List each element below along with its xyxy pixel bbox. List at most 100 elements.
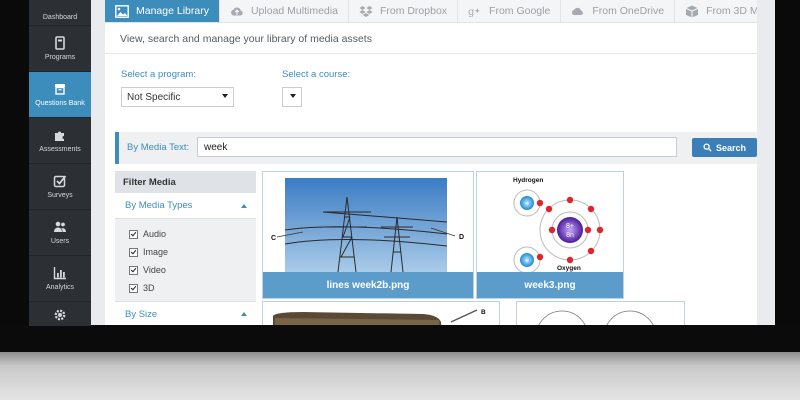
diagram-label-oxygen: Oxygen (557, 265, 581, 272)
tab-manage-library[interactable]: Manage Library (105, 0, 220, 22)
page-subtitle: View, search and manage your library of … (120, 33, 372, 45)
filter-panel: Filter Media By Media Types Audio Image … (115, 171, 256, 325)
diagram-label-protons: 8+ (566, 223, 574, 230)
media-thumbnail: Hydrogen + + 8+ 8n Oxygen (513, 177, 604, 272)
filter-title: Filter Media (115, 171, 256, 193)
svg-text:+: + (525, 201, 529, 208)
media-library-card: Manage Library Upload Multimedia From Dr… (105, 0, 757, 325)
sidebar-item-label: Dashboard (42, 14, 78, 21)
search-bar: By Media Text: Search (115, 132, 757, 164)
archive-icon (55, 84, 65, 95)
media-thumbnail: B (273, 309, 486, 325)
sidebar-item-settings[interactable] (29, 302, 91, 326)
cloud-upload-icon (231, 6, 243, 15)
sidebar-item-label: Surveys (47, 192, 73, 199)
tab-label: From Google (489, 5, 551, 17)
media-tile[interactable] (516, 301, 685, 325)
diagram-label-neutrons: 8n (566, 232, 574, 239)
media-thumbnail (538, 310, 654, 325)
media-caption: lines week2b.png (263, 272, 473, 298)
checkbox-icon (53, 175, 67, 188)
cube-icon (685, 5, 699, 17)
bar-chart-icon (53, 267, 66, 280)
svg-text:+: + (525, 258, 529, 265)
puzzle-icon (55, 131, 64, 141)
media-tile[interactable]: C D lines week2b.png (262, 171, 474, 299)
tab-label: Upload Multimedia (250, 5, 338, 17)
sidebar-item-label: Programs (44, 54, 76, 61)
tab-from-3d-models[interactable]: From 3D Models (675, 0, 757, 22)
chevron-up-icon (241, 203, 247, 208)
program-select[interactable]: Not Specific (121, 87, 234, 107)
filter-section-label: By Media Types (125, 200, 193, 211)
book-icon (55, 36, 65, 50)
search-icon (703, 143, 712, 152)
sidebar-item-programs[interactable]: Programs (29, 26, 91, 72)
checkbox-checked[interactable] (129, 283, 138, 293)
tab-label: From OneDrive (592, 5, 665, 17)
tab-label: Manage Library (136, 5, 209, 17)
monitor-bezel (0, 325, 800, 352)
media-type-list: Audio Image Video 3D (115, 219, 256, 301)
checkbox-checked[interactable] (129, 247, 138, 257)
tab-from-onedrive[interactable]: From OneDrive (561, 0, 676, 22)
media-tile[interactable]: B (262, 301, 500, 325)
program-select-value: Not Specific (127, 91, 181, 103)
filter-section-media-types[interactable]: By Media Types (115, 193, 256, 219)
sidebar: Dashboard Programs Questions Bank Assess… (29, 0, 91, 326)
tab-label: From 3D Models (706, 5, 757, 17)
chevron-down-icon (290, 94, 296, 98)
diagram-label-b: B (481, 309, 486, 316)
search-input[interactable] (197, 137, 677, 157)
sidebar-item-analytics[interactable]: Analytics (29, 256, 91, 302)
checkbox-video[interactable]: Video (129, 261, 256, 279)
main-area: Manage Library Upload Multimedia From Dr… (91, 0, 775, 325)
tab-from-google[interactable]: g From Google (458, 0, 562, 22)
checkbox-audio[interactable]: Audio (129, 225, 256, 243)
image-icon (115, 4, 129, 18)
course-label: Select a course: (282, 69, 351, 80)
sidebar-item-label: Questions Bank (35, 100, 85, 107)
sidebar-item-surveys[interactable]: Surveys (29, 164, 91, 210)
sidebar-item-assessments[interactable]: Assessments (29, 118, 91, 164)
search-button-label: Search (715, 142, 747, 153)
monitor-stand (0, 352, 800, 400)
chevron-down-icon (222, 94, 228, 98)
sidebar-item-label: Users (50, 238, 70, 245)
sidebar-item-questions-bank[interactable]: Questions Bank (29, 72, 91, 118)
program-label: Select a program: (121, 69, 196, 80)
sidebar-item-users[interactable]: Users (29, 210, 91, 256)
tab-label: From Dropbox (379, 5, 448, 17)
diagram-label-d: D (459, 234, 464, 241)
filter-section-size[interactable]: By Size (115, 301, 256, 325)
chevron-up-icon (241, 312, 247, 316)
google-plus-icon: g (468, 7, 480, 18)
checkbox-label: Image (143, 247, 169, 257)
dropbox-icon (359, 5, 373, 17)
checkbox-label: Audio (143, 229, 167, 239)
media-caption: week3.png (477, 272, 623, 298)
sidebar-item-label: Analytics (45, 284, 74, 291)
checkbox-checked[interactable] (129, 229, 138, 239)
tab-upload-multimedia[interactable]: Upload Multimedia (220, 0, 349, 22)
cloud-icon (572, 7, 584, 15)
diagram-label-hydrogen: Hydrogen (513, 177, 543, 184)
course-select[interactable] (282, 87, 302, 107)
divider (105, 53, 757, 54)
checkbox-checked[interactable] (129, 265, 138, 275)
search-label: By Media Text: (127, 142, 190, 153)
sidebar-item-dashboard[interactable]: Dashboard (29, 0, 91, 26)
sidebar-item-label: Assessments (39, 146, 81, 153)
tab-bar: Manage Library Upload Multimedia From Dr… (105, 0, 757, 23)
tab-from-dropbox[interactable]: From Dropbox (349, 0, 459, 22)
search-button[interactable]: Search (692, 138, 757, 157)
media-tile[interactable]: Hydrogen + + 8+ 8n Oxygen week3.png (476, 171, 624, 299)
users-icon (54, 221, 66, 232)
svg-text:g: g (468, 7, 475, 18)
checkbox-label: Video (143, 265, 166, 275)
checkbox-3d[interactable]: 3D (129, 279, 256, 297)
media-thumbnail: C D (263, 172, 473, 272)
checkbox-image[interactable]: Image (129, 243, 256, 261)
filter-section-label: By Size (125, 308, 158, 320)
diagram-label-c: C (271, 235, 276, 242)
